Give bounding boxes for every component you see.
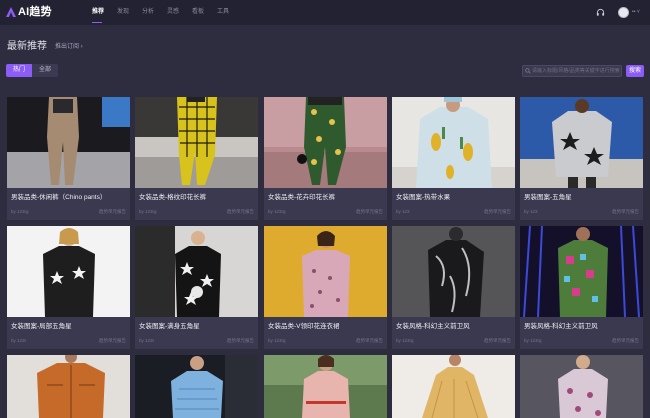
- card[interactable]: [264, 355, 387, 418]
- card-author: by 123: [396, 209, 410, 214]
- card-image: [520, 355, 643, 418]
- card-tag: 趋势单元报告: [612, 338, 639, 343]
- card[interactable]: [7, 355, 130, 418]
- card[interactable]: 女装图案-满身五角星 by 123t 趋势单元报告: [135, 226, 258, 349]
- card-author: by 123rg: [396, 338, 414, 343]
- card-title: 女装品类-花卉印花长裤: [268, 194, 336, 201]
- card-author: by 123rg: [268, 338, 286, 343]
- avatar[interactable]: [618, 7, 629, 18]
- nav-item-recommend[interactable]: 推荐: [92, 0, 112, 25]
- nav-item-inspiration[interactable]: 灵感: [167, 0, 187, 25]
- card-title: 女装图案-局部五角星: [11, 323, 72, 330]
- nav-item-discover[interactable]: 发现: [117, 0, 137, 25]
- page-title: 最新推荐: [7, 41, 47, 52]
- card-title: 女装品类-格纹印花长裤: [139, 194, 207, 201]
- card[interactable]: 女装风格-科幻主义前卫风 by 123rg 趋势单元报告: [392, 226, 515, 349]
- card-title: 女装风格-科幻主义前卫风: [396, 323, 470, 330]
- card-author: by 123rg: [11, 209, 29, 214]
- card-tag: 趋势单元报告: [612, 209, 639, 214]
- card-info: 女装图案-局部五角星 by 123t 趋势单元报告: [7, 317, 130, 349]
- main-nav: 推荐 发现 分析 灵感 看板 工具: [92, 0, 242, 25]
- logo-text: AI趋势: [18, 6, 52, 18]
- logo[interactable]: AI趋势: [6, 6, 52, 18]
- card-image: [392, 226, 515, 317]
- card-info: 男装风格-科幻主义前卫风 by 123rg 趋势单元报告: [520, 317, 643, 349]
- nav-item-analysis[interactable]: 分析: [142, 0, 162, 25]
- card-author: by 123: [524, 209, 538, 214]
- card[interactable]: 女装图案-局部五角星 by 123t 趋势单元报告: [7, 226, 130, 349]
- card-title: 男装图案-五角星: [524, 194, 572, 201]
- search-button[interactable]: 搜索: [626, 65, 644, 77]
- filter-all-button[interactable]: 全部: [32, 64, 59, 77]
- card-tag: 趋势单元报告: [227, 338, 254, 343]
- card-info: 女装品类-V领印花连衣裙 by 123rg 趋势单元报告: [264, 317, 387, 349]
- headset-icon[interactable]: [596, 8, 605, 17]
- card-tag: 趋势单元报告: [356, 338, 383, 343]
- card-image: [7, 355, 130, 418]
- filter-hot-button[interactable]: 热门: [6, 64, 33, 77]
- card-info: 女装图案-满身五角星 by 123t 趋势单元报告: [135, 317, 258, 349]
- card-author: by 123rg: [139, 209, 157, 214]
- nav-item-board[interactable]: 看板: [192, 0, 212, 25]
- filter-tabs: 热门 全部: [6, 64, 59, 77]
- card-image: [135, 97, 258, 188]
- search-icon: [525, 68, 531, 74]
- card[interactable]: 女装品类-V领印花连衣裙 by 123rg 趋势单元报告: [264, 226, 387, 349]
- card-image: [520, 226, 643, 317]
- card-info: 男装图案-五角星 by 123 趋势单元报告: [520, 188, 643, 220]
- card-image: [392, 97, 515, 188]
- card-tag: 趋势单元报告: [99, 338, 126, 343]
- card[interactable]: 男装品类-休闲裤（Chino pants） by 123rg 趋势单元报告: [7, 97, 130, 220]
- card-info: 男装品类-休闲裤（Chino pants） by 123rg 趋势单元报告: [7, 188, 130, 220]
- card[interactable]: 女装图案-热带水果 by 123 趋势单元报告: [392, 97, 515, 220]
- card[interactable]: 男装风格-科幻主义前卫风 by 123rg 趋势单元报告: [520, 226, 643, 349]
- card-image: [520, 97, 643, 188]
- card[interactable]: 女装品类-格纹印花长裤 by 123rg 趋势单元报告: [135, 97, 258, 220]
- card-tag: 趋势单元报告: [484, 338, 511, 343]
- card-image: [7, 226, 130, 317]
- search-input[interactable]: [522, 65, 622, 77]
- subscribe-link[interactable]: 推出订阅 ›: [55, 43, 83, 51]
- card[interactable]: [135, 355, 258, 418]
- logo-icon: [6, 7, 16, 17]
- card-title: 女装图案-热带水果: [396, 194, 451, 201]
- card[interactable]: [520, 355, 643, 418]
- card-author: by 123rg: [524, 338, 542, 343]
- user-menu-toggle[interactable]: •• ˅: [632, 8, 640, 16]
- card[interactable]: 女装品类-花卉印花长裤 by 123rg 趋势单元报告: [264, 97, 387, 220]
- card-title: 男装风格-科幻主义前卫风: [524, 323, 598, 330]
- card-image: [7, 97, 130, 188]
- card[interactable]: [392, 355, 515, 418]
- card[interactable]: 男装图案-五角星 by 123 趋势单元报告: [520, 97, 643, 220]
- card-image: [135, 226, 258, 317]
- card-info: 女装风格-科幻主义前卫风 by 123rg 趋势单元报告: [392, 317, 515, 349]
- card-tag: 趋势单元报告: [356, 209, 383, 214]
- card-author: by 123t: [139, 338, 154, 343]
- card-info: 女装图案-热带水果 by 123 趋势单元报告: [392, 188, 515, 220]
- card-info: 女装品类-格纹印花长裤 by 123rg 趋势单元报告: [135, 188, 258, 220]
- card-tag: 趋势单元报告: [484, 209, 511, 214]
- card-author: by 123t: [11, 338, 26, 343]
- card-image: [135, 355, 258, 418]
- card-image: [392, 355, 515, 418]
- card-author: by 123rg: [268, 209, 286, 214]
- card-title: 女装图案-满身五角星: [139, 323, 200, 330]
- nav-item-tools[interactable]: 工具: [217, 0, 237, 25]
- card-image: [264, 97, 387, 188]
- card-tag: 趋势单元报告: [99, 209, 126, 214]
- card-title: 女装品类-V领印花连衣裙: [268, 323, 340, 330]
- top-navigation-bar: AI趋势 推荐 发现 分析 灵感 看板 工具 •• ˅: [0, 0, 650, 25]
- card-tag: 趋势单元报告: [227, 209, 254, 214]
- card-title: 男装品类-休闲裤（Chino pants）: [11, 194, 107, 201]
- card-image: [264, 355, 387, 418]
- card-image: [264, 226, 387, 317]
- card-info: 女装品类-花卉印花长裤 by 123rg 趋势单元报告: [264, 188, 387, 220]
